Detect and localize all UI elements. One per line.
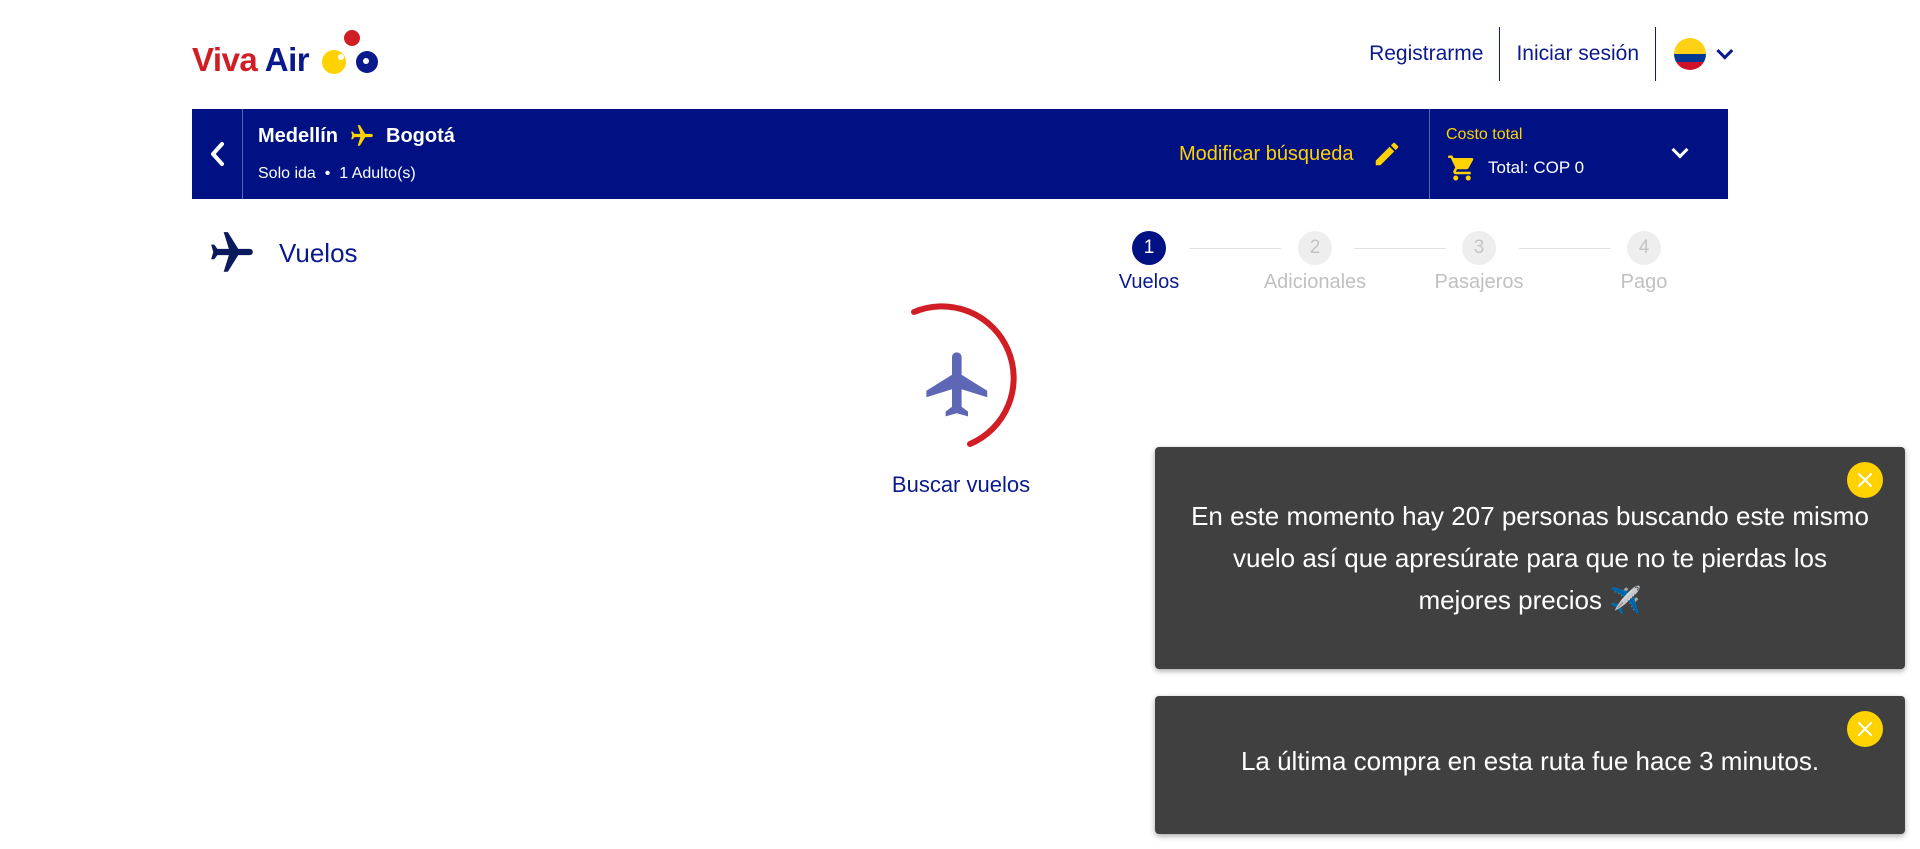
search-summary-bar: Medellín Bogotá Solo ida • 1 Adulto(s) M… (192, 109, 1728, 199)
total-cost-row: Total: COP 0 (1446, 153, 1584, 183)
colombia-flag-icon (1674, 38, 1706, 70)
plane-icon (351, 125, 373, 146)
viva-air-logo[interactable]: Viva Air (192, 28, 392, 78)
top-nav: Registrarme Iniciar sesión (1353, 27, 1734, 81)
chevron-down-icon (1716, 42, 1734, 60)
pencil-icon (1375, 142, 1398, 166)
close-button[interactable] (1847, 462, 1883, 498)
close-icon (1858, 473, 1872, 487)
section-title: Vuelos (279, 237, 358, 268)
step-number: 1 (1132, 231, 1166, 265)
step-label: Pasajeros (1434, 271, 1524, 293)
step-label: Vuelos (1118, 271, 1180, 293)
toast-message: La última compra en esta ruta fue hace 3… (1240, 746, 1820, 776)
section-header: Vuelos (207, 228, 358, 278)
logo-dot-white-2 (363, 58, 369, 64)
trip-details: Solo ida • 1 Adulto(s) (258, 165, 416, 183)
plane-icon (211, 232, 253, 272)
plane-icon (926, 352, 988, 417)
step-adicionales: 2 Adicionales (1255, 231, 1375, 294)
step-pasajeros: 3 Pasajeros (1419, 231, 1539, 294)
toast-message: En este momento hay 207 personas buscand… (1191, 501, 1869, 615)
logo-wordmark: Viva Air (192, 41, 310, 78)
login-link[interactable]: Iniciar sesión (1500, 27, 1655, 81)
site-header: Viva Air Registrarme Iniciar sesión (192, 0, 1734, 109)
bullet-separator: • (320, 165, 335, 182)
language-selector[interactable] (1656, 27, 1734, 81)
total-cost-value: Total: COP 0 (1488, 158, 1585, 177)
register-link[interactable]: Registrarme (1353, 27, 1499, 81)
step-label: Pago (1620, 271, 1668, 293)
back-button[interactable] (192, 109, 243, 199)
modify-search-button[interactable]: Modificar búsqueda (1179, 109, 1402, 199)
loader-label: Buscar vuelos (891, 472, 1031, 497)
step-number: 3 (1462, 231, 1496, 265)
total-cost-label: Costo total (1446, 126, 1523, 143)
modify-search-label: Modificar búsqueda (1179, 142, 1354, 165)
cart-icon (1448, 155, 1474, 181)
loading-spinner (911, 303, 1017, 447)
step-number: 4 (1627, 231, 1661, 265)
notification-toast: La última compra en esta ruta fue hace 3… (1155, 696, 1905, 834)
passenger-count: 1 Adulto(s) (339, 165, 416, 182)
destination-city: Bogotá (386, 124, 455, 147)
step-vuelos: 1 Vuelos (1089, 231, 1209, 294)
step-label: Adicionales (1263, 271, 1367, 293)
trip-type: Solo ida (258, 165, 316, 182)
notification-toast: En este momento hay 207 personas buscand… (1155, 447, 1905, 669)
step-number: 2 (1298, 231, 1332, 265)
logo-dot-white-1 (338, 54, 344, 60)
total-cost-dropdown[interactable]: Costo total Total: COP 0 (1429, 109, 1728, 199)
step-pago: 4 Pago (1584, 231, 1704, 294)
route-summary: Medellín Bogotá (258, 123, 455, 149)
close-icon (1858, 722, 1872, 736)
logo-dot-red (344, 30, 360, 46)
chevron-left-icon (211, 142, 224, 166)
chevron-down-icon (1671, 141, 1689, 159)
booking-progress-steps: 1 Vuelos 2 Adicionales 3 Pasajeros 4 Pag… (1119, 231, 1674, 294)
origin-city: Medellín (258, 124, 339, 147)
spinner-arc (911, 303, 1017, 447)
